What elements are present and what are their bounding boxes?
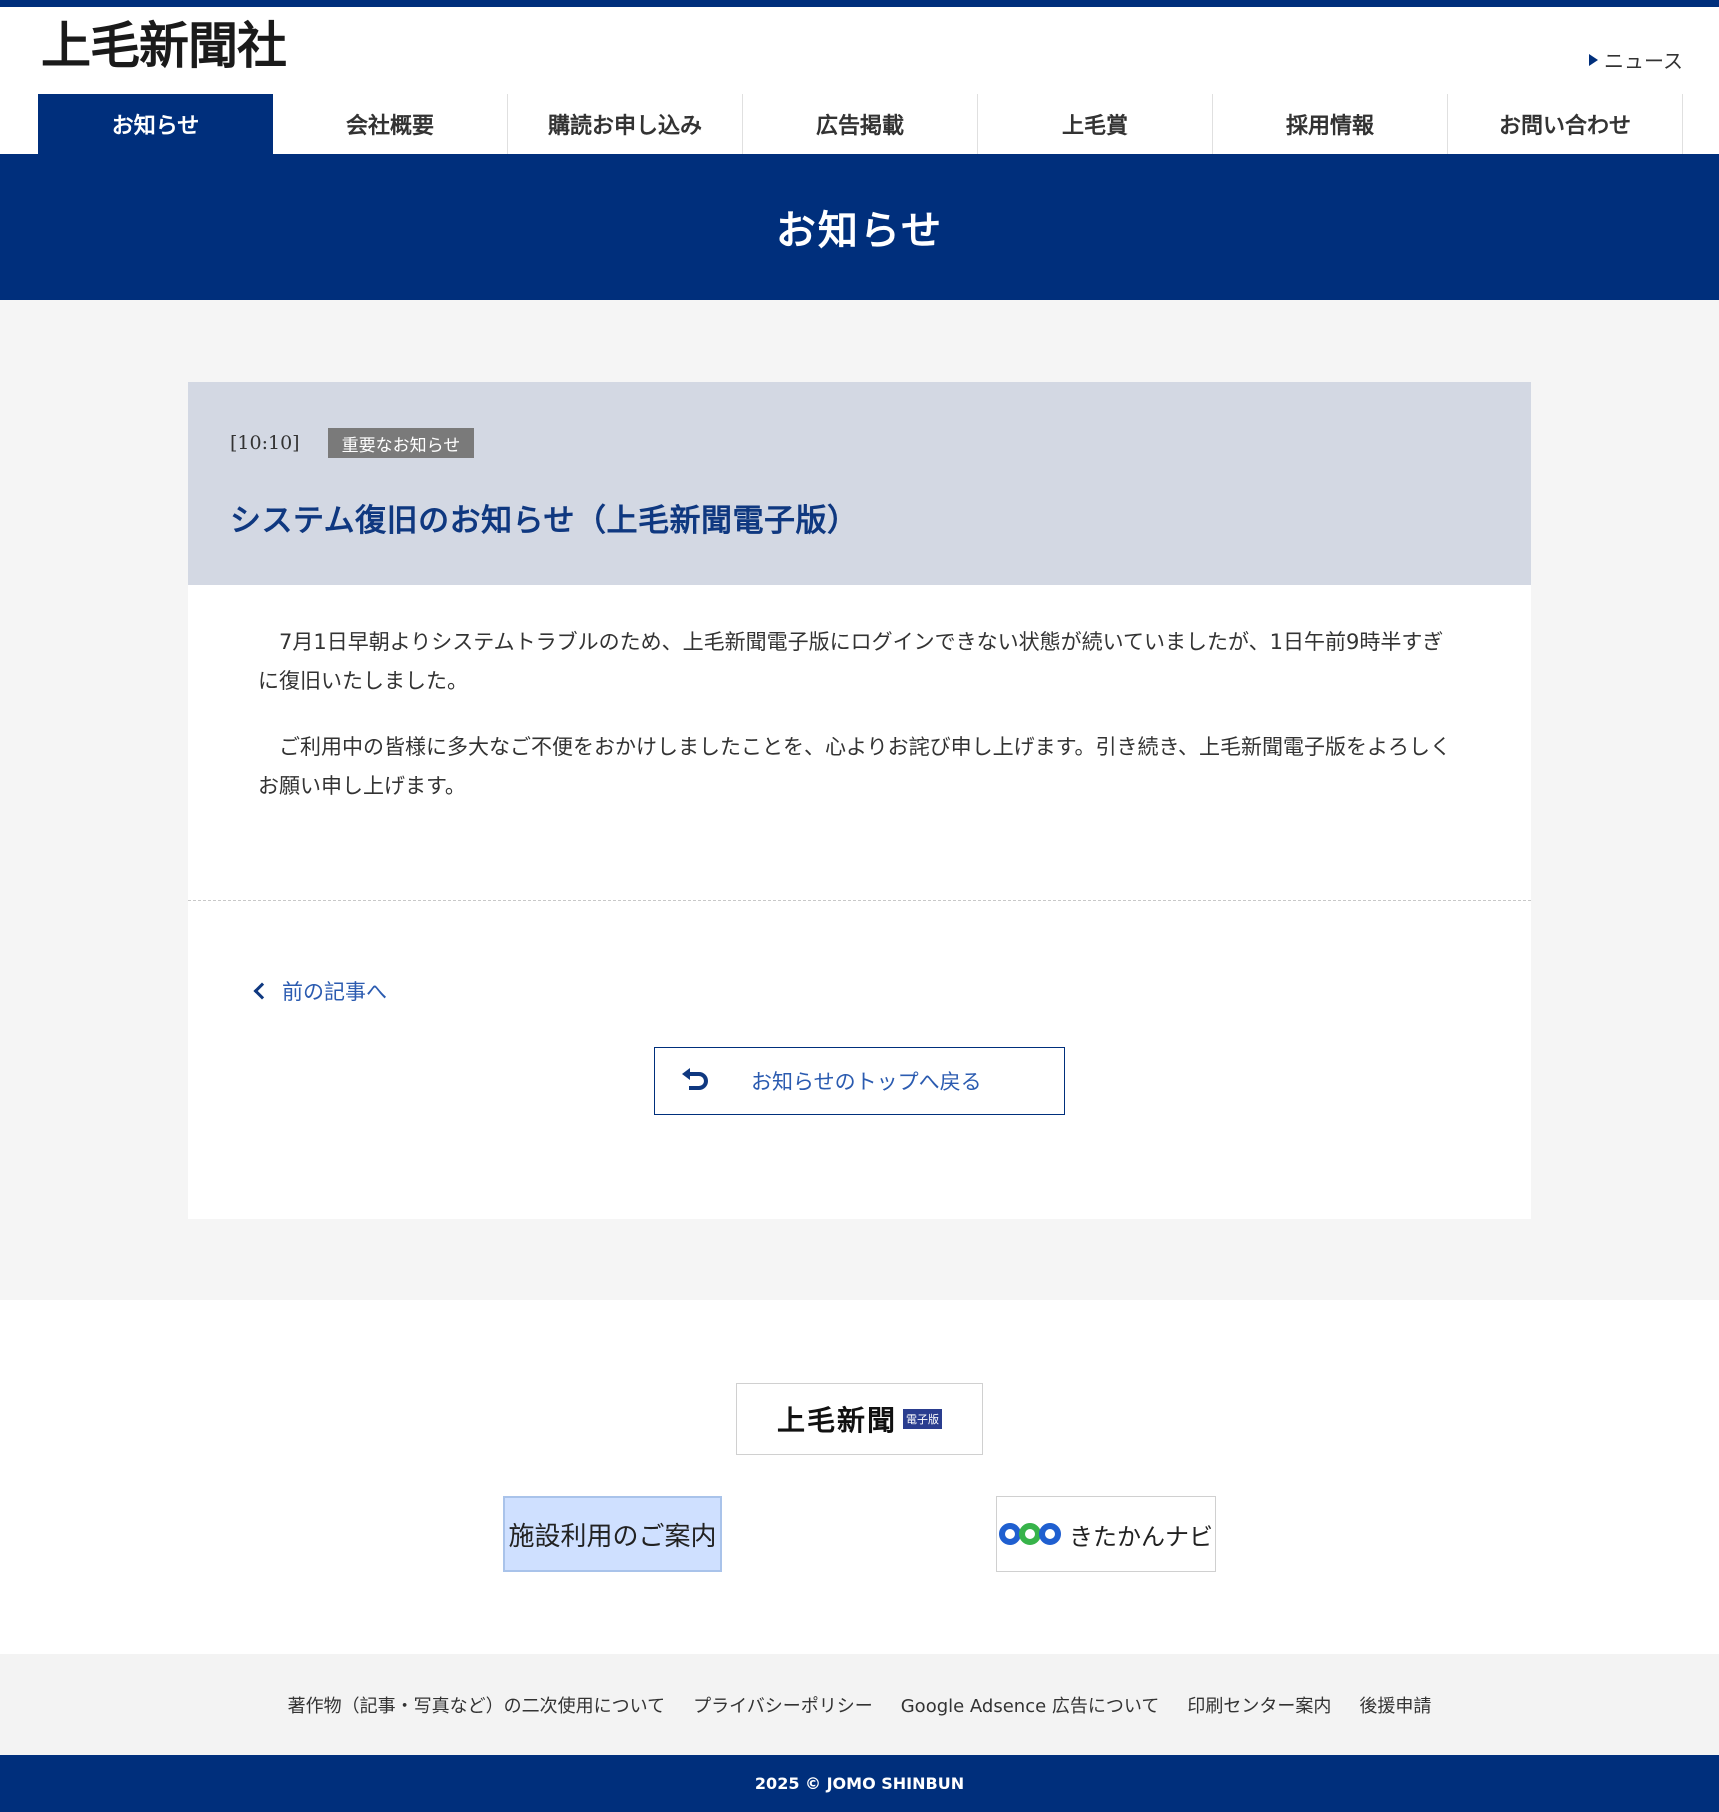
banner-area: 上毛新聞 電子版 施設利用のご案内 きたかんナビ [0,1300,1719,1654]
global-nav: お知らせ 会社概要 購読お申し込み 広告掲載 上毛賞 採用情報 お問い合わせ [38,94,1683,154]
article-title: システム復旧のお知らせ（上毛新聞電子版） [230,503,859,539]
back-to-notices-button[interactable]: お知らせのトップへ戻る [654,1047,1065,1115]
footer-link-privacy[interactable]: プライバシーポリシー [693,1692,873,1718]
site-logo[interactable]: 上毛新聞社 [41,21,287,71]
category-badge: 重要なお知らせ [327,428,475,458]
footer-nav: 著作物（記事・写真など）の二次使用について プライバシーポリシー Google … [0,1654,1719,1755]
article-paragraph: ご利用中の皆様に多大なご不便をおかけしましたことを、心よりお詫び申し上げます。引… [258,735,1452,798]
article-header: [10:10] 重要なお知らせ システム復旧のお知らせ（上毛新聞電子版） [188,382,1531,585]
article-paragraph: 7月1日早朝よりシステムトラブルのため、上毛新聞電子版にログインできない状態が続… [258,630,1444,693]
return-arrow-icon [682,1068,708,1090]
site-header: 上毛新聞社 ニュース [0,7,1719,73]
triangle-right-icon [1589,53,1598,66]
top-accent-bar [0,0,1719,7]
article-body: 7月1日早朝よりシステムトラブルのため、上毛新聞電子版にログインできない状態が続… [188,585,1531,806]
article-meta: [10:10] 重要なお知らせ [230,428,475,458]
article-card: [10:10] 重要なお知らせ システム復旧のお知らせ（上毛新聞電子版） 7月1… [188,382,1531,1219]
kitakan-logo-icon [999,1523,1061,1545]
footer-link-print-center[interactable]: 印刷センター案内 [1187,1692,1331,1718]
nav-item-company[interactable]: 会社概要 [273,94,508,154]
back-to-notices-label: お知らせのトップへ戻る [751,1070,982,1094]
denshi-tag: 電子版 [903,1409,942,1429]
dashed-divider [188,900,1531,901]
news-link[interactable]: ニュース [1589,45,1683,74]
page-hero: お知らせ [0,154,1719,300]
footer-link-copyright-use[interactable]: 著作物（記事・写真など）の二次使用について [288,1692,665,1718]
denshi-logo-text: 上毛新聞 [776,1404,897,1437]
kitakan-label: きたかんナビ [1069,1522,1213,1551]
facility-banner[interactable]: 施設利用のご案内 [503,1496,722,1572]
footer-link-google-ads[interactable]: Google Adsence 広告について [901,1692,1160,1718]
nav-item-contact[interactable]: お問い合わせ [1448,94,1683,154]
denshi-banner[interactable]: 上毛新聞 電子版 [736,1383,983,1455]
nav-item-subscribe[interactable]: 購読お申し込み [508,94,743,154]
news-link-label: ニュース [1604,49,1683,73]
nav-item-recruit[interactable]: 採用情報 [1213,94,1448,154]
prev-article-link[interactable]: 前の記事へ [252,976,387,1006]
nav-item-notices[interactable]: お知らせ [38,94,273,154]
main-content: [10:10] 重要なお知らせ システム復旧のお知らせ（上毛新聞電子版） 7月1… [0,300,1719,1300]
nav-item-jomo-award[interactable]: 上毛賞 [978,94,1213,154]
page-title: お知らせ [775,207,944,254]
footer-link-sponsorship[interactable]: 後援申請 [1359,1692,1431,1718]
prev-article-label: 前の記事へ [282,980,387,1004]
article-time: [10:10] [230,432,300,454]
chevron-left-icon [253,982,271,1000]
kitakan-navi-banner[interactable]: きたかんナビ [996,1496,1216,1572]
copyright-text: 2025 © JOMO SHINBUN [754,1774,965,1793]
copyright-bar: 2025 © JOMO SHINBUN [0,1755,1719,1812]
nav-item-advertising[interactable]: 広告掲載 [743,94,978,154]
